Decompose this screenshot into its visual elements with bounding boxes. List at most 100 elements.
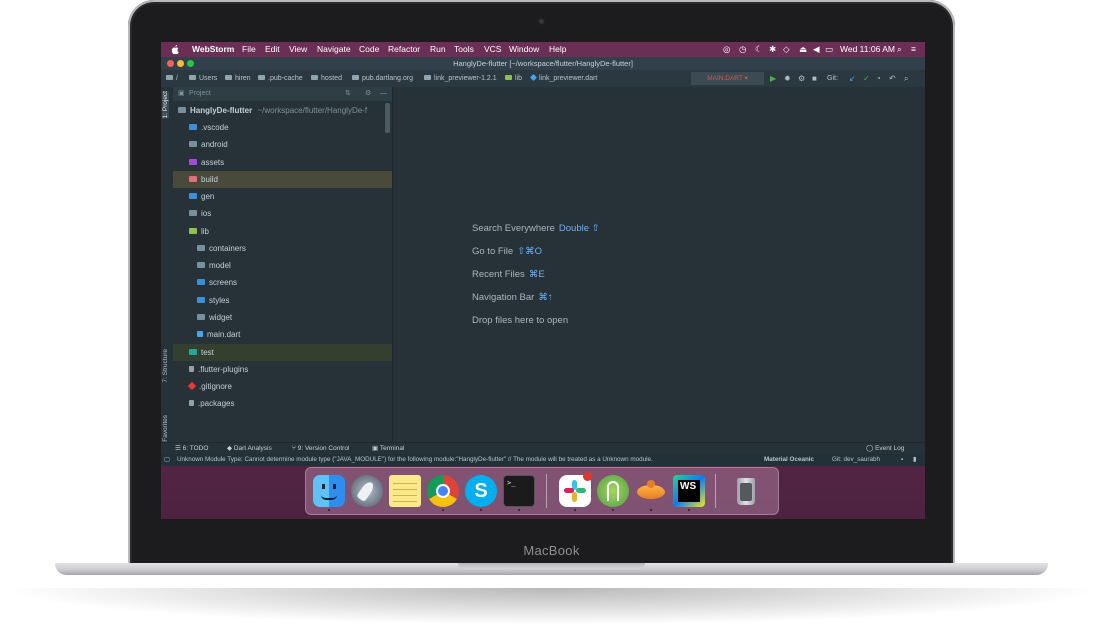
menu-edit[interactable]: Edit (265, 42, 280, 57)
zoom-window-button[interactable] (187, 60, 194, 67)
menu-file[interactable]: File (242, 42, 256, 57)
bluetooth-icon[interactable]: ✱ (769, 42, 776, 57)
history-icon[interactable]: ◔ (876, 73, 881, 84)
tree-item[interactable]: model (173, 257, 392, 274)
menu-navigate[interactable]: Navigate (317, 42, 351, 57)
collapse-icon[interactable]: ⇅ (345, 87, 351, 101)
wifi-icon[interactable]: ◇ (783, 42, 790, 57)
menu-view[interactable]: View (289, 42, 307, 57)
tree-item[interactable]: lib (173, 223, 392, 240)
spotlight-icon[interactable]: ⌕ (897, 42, 902, 57)
hide-panel-icon[interactable]: — (380, 87, 387, 101)
tree-item[interactable]: .flutter-plugins (173, 361, 392, 378)
menu-tools[interactable]: Tools (454, 42, 474, 57)
chrome-icon[interactable] (427, 475, 459, 507)
breadcrumb-file[interactable]: link_previewer.dart (529, 70, 597, 87)
android-studio-icon[interactable] (597, 475, 629, 507)
menubar-clock[interactable]: Wed 11:06 AM (840, 42, 895, 57)
breadcrumb-hosted[interactable]: hosted (311, 70, 342, 87)
tree-item[interactable]: main.dart (173, 326, 392, 343)
moon-icon[interactable]: ☾ (755, 42, 763, 57)
close-window-button[interactable] (167, 60, 174, 67)
folder-icon (189, 159, 197, 165)
dart-file-icon (529, 73, 538, 82)
tree-item[interactable]: ios (173, 205, 392, 222)
tree-item[interactable]: screens (173, 274, 392, 291)
status-memory-icon[interactable]: ▮ (913, 454, 916, 466)
menu-window[interactable]: Window (509, 42, 539, 57)
status-theme[interactable]: Material Oceanic (764, 454, 814, 466)
folder-icon (189, 176, 197, 182)
vertical-scrollbar[interactable] (385, 103, 390, 133)
run-icon[interactable]: ▶ (770, 73, 776, 84)
breadcrumb-pub-cache[interactable]: .pub-cache (258, 70, 303, 87)
git-commit-icon[interactable]: ✓ (863, 73, 870, 84)
tree-item-selected[interactable]: build (173, 171, 392, 188)
status-git-branch[interactable]: Git: dev_saurabh (832, 454, 880, 466)
trash-icon[interactable] (730, 475, 762, 507)
breadcrumb-lib[interactable]: lib (505, 70, 522, 87)
menu-vcs[interactable]: VCS (484, 42, 501, 57)
clock-app-icon[interactable]: ◷ (739, 42, 746, 57)
tree-item[interactable]: assets (173, 154, 392, 171)
tree-item[interactable]: .vscode (173, 119, 392, 136)
folder-icon (178, 107, 186, 113)
creative-cloud-icon[interactable]: ◎ (723, 42, 730, 57)
transmit-icon[interactable] (635, 475, 667, 507)
webstorm-window: HanglyDe-flutter [~/workspace/flutter/Ha… (161, 57, 925, 466)
breadcrumb-users[interactable]: Users (189, 70, 217, 87)
tree-item[interactable]: widget (173, 309, 392, 326)
breadcrumb-hiren[interactable]: hiren (225, 70, 251, 87)
battery-icon[interactable]: ▭ (825, 42, 833, 57)
tree-item[interactable]: test (173, 344, 392, 361)
folder-icon (189, 124, 197, 130)
tree-item[interactable]: android (173, 136, 392, 153)
tab-project[interactable]: 1: Project (162, 91, 169, 119)
minimize-window-button[interactable] (177, 60, 184, 67)
status-lock-icon[interactable]: ▪ (901, 454, 903, 466)
project-view-icon: ▣ (178, 90, 185, 97)
folder-icon (505, 75, 512, 80)
finder-icon[interactable] (313, 475, 345, 507)
running-indicator (612, 509, 614, 511)
menu-refactor[interactable]: Refactor (388, 42, 420, 57)
skype-icon[interactable]: S (465, 475, 497, 507)
eject-icon[interactable]: ⏏ (799, 42, 807, 57)
notification-center-icon[interactable]: ≡ (911, 42, 916, 57)
dock: S >_ WS (305, 467, 779, 515)
folder-icon (197, 245, 205, 251)
status-panel-icon[interactable]: ▢ (164, 454, 170, 466)
notes-icon[interactable] (389, 475, 421, 507)
tree-item[interactable]: containers (173, 240, 392, 257)
tree-item[interactable]: styles (173, 292, 392, 309)
search-icon[interactable]: ⌕ (904, 73, 908, 84)
menu-app-name[interactable]: WebStorm (192, 42, 234, 57)
tab-structure[interactable]: 7: Structure (162, 349, 169, 383)
terminal-icon[interactable]: >_ (503, 475, 535, 507)
status-message[interactable]: Unknown Module Type: Cannot determine mo… (177, 454, 757, 466)
tree-item[interactable]: gen (173, 188, 392, 205)
debug-icon[interactable]: ✹ (784, 73, 791, 84)
tree-item[interactable]: .gitignore (173, 378, 392, 395)
breadcrumb-link-previewer-pkg[interactable]: link_previewer-1.2.1 (424, 70, 497, 87)
revert-icon[interactable]: ↶ (889, 73, 896, 84)
slack-icon[interactable] (559, 472, 592, 507)
stop-icon[interactable]: ■ (812, 73, 817, 84)
breadcrumb-root[interactable]: / (166, 70, 178, 87)
settings-gear-icon[interactable]: ⚙ (365, 87, 371, 101)
git-update-icon[interactable]: ↙ (849, 73, 856, 84)
menu-help[interactable]: Help (549, 42, 566, 57)
menu-run[interactable]: Run (430, 42, 446, 57)
apple-icon[interactable] (171, 42, 180, 57)
folder-icon (189, 210, 197, 216)
tree-item[interactable]: .packages (173, 395, 392, 412)
profile-icon[interactable]: ⚙ (798, 73, 805, 84)
webstorm-icon[interactable]: WS (673, 475, 705, 507)
menu-code[interactable]: Code (359, 42, 379, 57)
tree-root[interactable]: HanglyDe-flutter ~/workspace/flutter/Han… (173, 102, 388, 119)
launchpad-icon[interactable] (351, 475, 383, 507)
breadcrumb-pub-dartlang[interactable]: pub.dartlang.org (352, 70, 413, 87)
volume-icon[interactable]: ◀ (813, 42, 820, 57)
run-config-dropdown[interactable]: MAIN.DART ▾ (691, 72, 764, 85)
project-view-title[interactable]: Project (189, 87, 211, 101)
